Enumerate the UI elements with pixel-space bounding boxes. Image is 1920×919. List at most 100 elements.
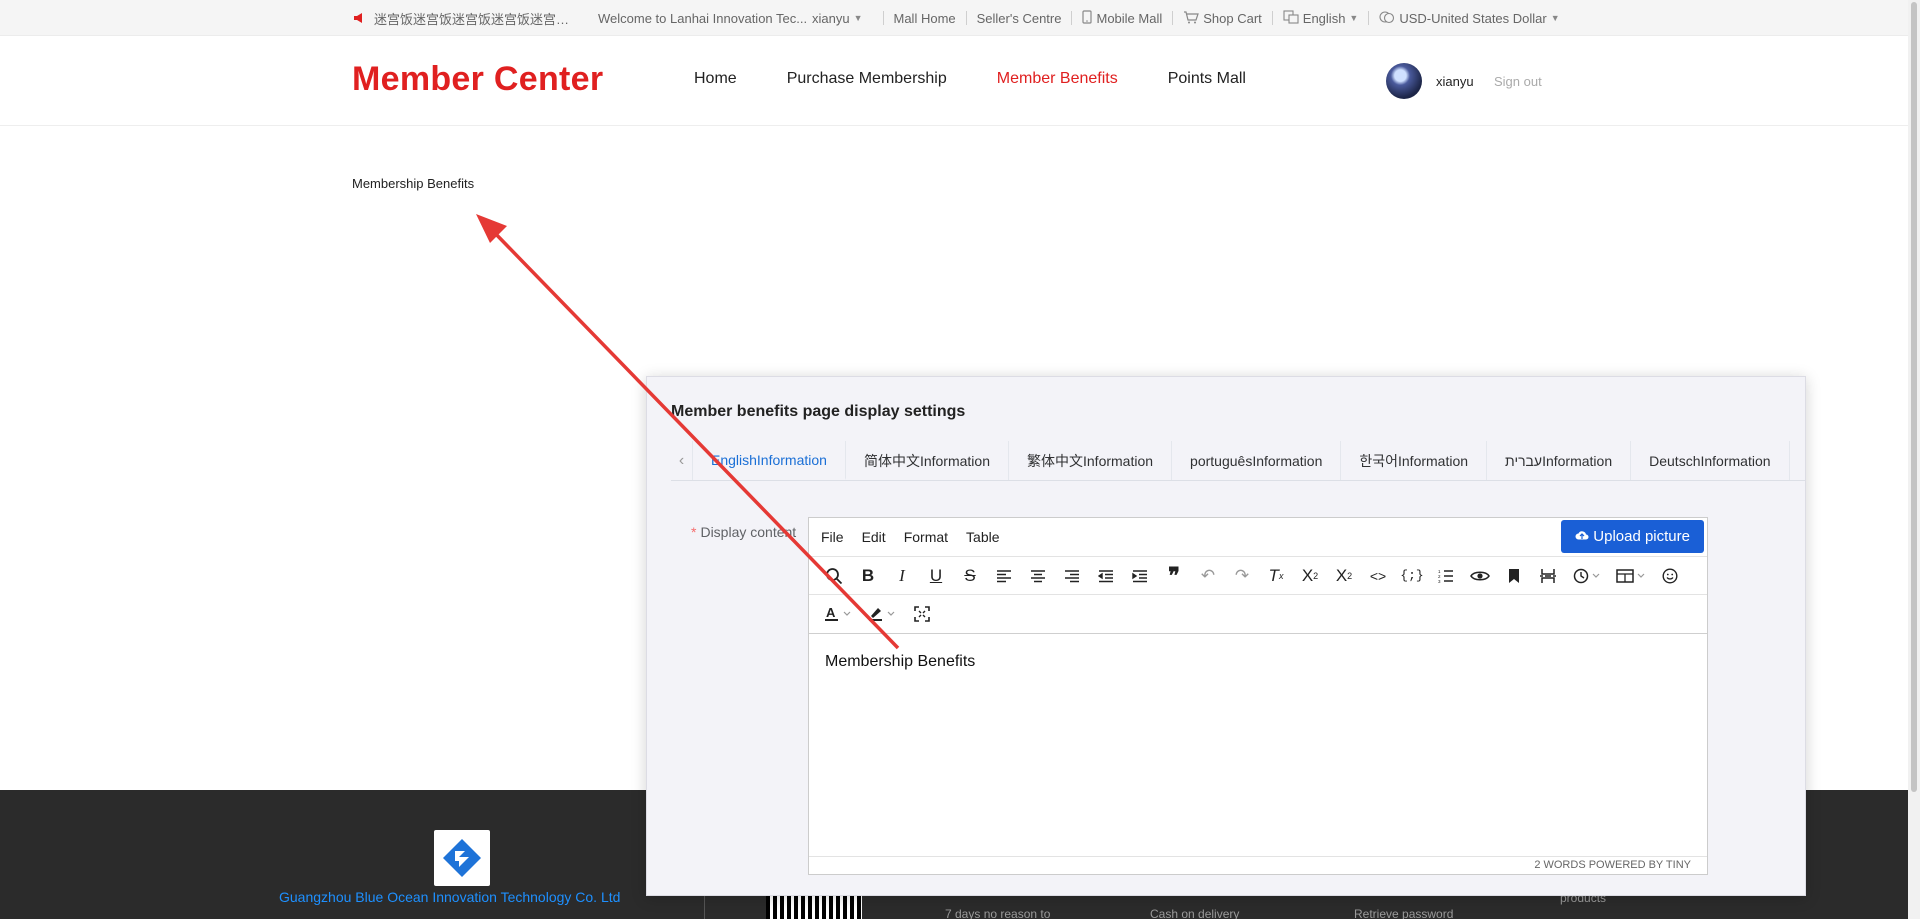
topbar-username: xianyu [812,10,850,26]
chevron-down-icon: ▼ [1550,13,1560,23]
page-scrollbar[interactable] [1908,0,1920,919]
sign-out-link[interactable]: Sign out [1494,74,1542,89]
numbered-list-icon[interactable]: 123 [1429,559,1463,593]
tab-english[interactable]: EnglishInformation [693,441,846,480]
italic-icon[interactable]: I [885,559,919,593]
bold-icon[interactable]: B [851,559,885,593]
notice-marquee[interactable]: 迷宫饭迷宫饭迷宫饭迷宫饭迷宫饭迷... [374,9,574,28]
benefits-settings-dialog: Member benefits page display settings ‹ … [646,376,1806,896]
display-content-label-text: Display content [700,524,797,540]
superscript-icon[interactable]: X2 [1327,559,1361,593]
shop-cart-label: Shop Cart [1203,10,1262,26]
outdent-icon[interactable] [1089,559,1123,593]
nav-item-home[interactable]: Home [694,70,737,88]
cloud-upload-icon [1575,528,1589,545]
header-username[interactable]: xianyu [1436,74,1474,89]
upload-picture-label: Upload picture [1593,528,1690,545]
currency-value: USD-United States Dollar [1399,10,1547,26]
nav-item-member-benefits[interactable]: Member Benefits [997,70,1118,88]
clear-formatting-icon[interactable]: Tx [1259,559,1293,593]
rich-text-editor: File Edit Format Table Upload picture B … [808,517,1708,875]
emoticons-icon[interactable] [1653,559,1687,593]
dialog-title: Member benefits page display settings [671,403,966,420]
svg-text:A: A [826,606,836,620]
chevron-down-icon: ▼ [853,13,863,23]
tab-traditional-chinese[interactable]: 繁体中文Information [1009,441,1173,480]
benefits-content-text: Membership Benefits [352,176,475,191]
site-header: Member Center Home Purchase Membership M… [0,36,1920,126]
footer-item[interactable]: Cash on delivery [1150,907,1239,919]
divider [1271,11,1273,25]
mobile-phone-icon [1082,9,1093,27]
language-selector[interactable]: English ▼ [1283,9,1359,27]
menu-format[interactable]: Format [904,529,948,545]
required-asterisk: * [691,524,697,540]
tab-korean[interactable]: 한국어Information [1341,441,1488,480]
bookmark-icon[interactable] [1497,559,1531,593]
insert-datetime-icon[interactable] [1565,559,1609,593]
subscript-icon[interactable]: X2 [1293,559,1327,593]
divider [1368,11,1370,25]
page-break-icon[interactable] [1531,559,1565,593]
footer-item[interactable]: 7 days no reason to [945,907,1050,919]
member-center-logo[interactable]: Member Center [352,60,603,99]
topbar-user-menu[interactable]: xianyu ▼ [812,11,863,26]
menu-table[interactable]: Table [966,529,999,545]
underline-icon[interactable]: U [919,559,953,593]
tab-german[interactable]: DeutschInformation [1631,441,1790,480]
footer-item[interactable]: Retrieve password [1354,907,1453,919]
redo-icon[interactable]: ↷ [1225,559,1259,593]
company-logo [434,830,490,886]
avatar[interactable] [1386,63,1422,99]
language-tabs: ‹ EnglishInformation 简体中文Information 繁体中… [671,441,1805,481]
divider [1071,11,1073,25]
align-left-icon[interactable] [987,559,1021,593]
blockquote-icon[interactable]: ❞ [1157,559,1191,593]
mall-home-link[interactable]: Mall Home [894,11,956,26]
welcome-text: Welcome to Lanhai Innovation Tec... [598,10,808,26]
mobile-mall-label: Mobile Mall [1096,10,1163,26]
code-icon[interactable]: <> [1361,559,1395,593]
display-content-label: * Display content [691,524,796,540]
align-right-icon[interactable] [1055,559,1089,593]
upload-picture-button[interactable]: Upload picture [1561,520,1704,553]
editor-content-area[interactable]: Membership Benefits [809,635,1707,856]
scrollbar-thumb[interactable] [1911,2,1917,792]
indent-icon[interactable] [1123,559,1157,593]
language-value: English [1302,10,1346,26]
editor-statusbar: 2 WORDS POWERED BY TINY [809,856,1707,874]
search-replace-icon[interactable] [817,559,851,593]
menu-edit[interactable]: Edit [862,529,886,545]
undo-icon[interactable]: ↶ [1191,559,1225,593]
chevron-down-icon: ▼ [1349,13,1359,23]
chevron-left-icon[interactable]: ‹ [671,441,693,480]
mobile-mall-link[interactable]: Mobile Mall [1082,9,1163,27]
company-name[interactable]: Guangzhou Blue Ocean Innovation Technolo… [279,889,620,905]
top-utility-bar: 迷宫饭迷宫饭迷宫饭迷宫饭迷宫饭迷... Welcome to Lanhai In… [0,0,1920,36]
editor-toolbar: B I U S ❞ ↶ ↷ Tx X2 X2 <> {;} 123 [809,556,1707,595]
sellers-centre-link[interactable]: Seller's Centre [977,11,1062,26]
shop-cart-link[interactable]: Shop Cart [1183,10,1262,27]
svg-text:3: 3 [1438,579,1441,583]
megaphone-icon [352,11,366,25]
preview-eye-icon[interactable] [1463,559,1497,593]
main-nav: Home Purchase Membership Member Benefits… [694,70,1246,88]
tab-simplified-chinese[interactable]: 简体中文Information [846,441,1009,480]
tab-portuguese[interactable]: portuguêsInformation [1172,441,1342,480]
fullscreen-icon[interactable] [905,597,939,631]
highlight-color-icon[interactable] [861,597,905,631]
divider [882,11,884,25]
divider [965,11,967,25]
nav-item-purchase-membership[interactable]: Purchase Membership [787,70,947,88]
menu-file[interactable]: File [821,529,844,545]
cart-icon [1183,10,1200,27]
text-color-icon[interactable]: A [817,597,861,631]
tab-hebrew[interactable]: עבריתInformation [1487,441,1632,480]
align-center-icon[interactable] [1021,559,1055,593]
nav-item-points-mall[interactable]: Points Mall [1168,70,1246,88]
currency-icon [1379,10,1395,27]
code-sample-icon[interactable]: {;} [1395,559,1429,593]
currency-selector[interactable]: USD-United States Dollar ▼ [1379,10,1560,27]
strikethrough-icon[interactable]: S [953,559,987,593]
table-icon[interactable] [1609,559,1653,593]
